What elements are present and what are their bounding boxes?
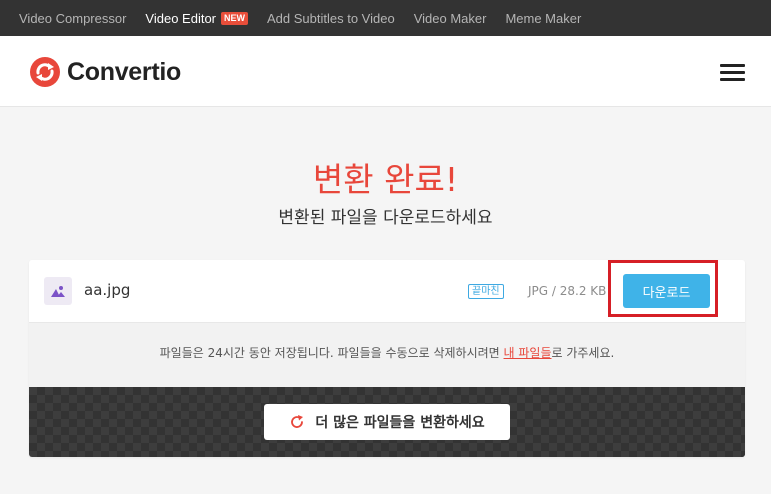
nav-label: Video Compressor [19, 10, 127, 26]
nav-video-compressor[interactable]: Video Compressor [19, 11, 126, 26]
nav-add-subtitles[interactable]: Add Subtitles to Video [267, 11, 395, 26]
page-subtitle: 변환된 파일을 다운로드하세요 [278, 208, 493, 228]
my-files-link[interactable]: 내 파일들 [504, 346, 552, 360]
hamburger-icon[interactable] [720, 64, 745, 81]
top-navigation: Video Compressor Video Editor NEW Add Su… [0, 0, 771, 36]
note-text-end: 로 가주세요. [551, 346, 615, 360]
nav-label: Add Subtitles to Video [267, 10, 395, 26]
nav-label: Meme Maker [505, 10, 582, 26]
file-info: JPG / 28.2 KB [528, 284, 607, 298]
nav-label: Video Maker [413, 10, 487, 26]
new-badge: NEW [221, 11, 249, 25]
refresh-icon [291, 415, 304, 428]
nav-label: Video Editor [145, 10, 217, 26]
note-text: 파일들은 24시간 동안 저장됩니다. 파일들을 수동으로 삭제하시려면 [159, 346, 504, 360]
convert-more-area: 더 많은 파일들을 변환하세요 [29, 387, 745, 457]
status-badge: 끝마친 [468, 284, 504, 299]
storage-note: 파일들은 24시간 동안 저장됩니다. 파일들을 수동으로 삭제하시려면 내 파… [29, 344, 745, 361]
site-header: Convertio [0, 36, 771, 107]
convert-more-label: 더 많은 파일들을 변환하세요 [315, 415, 485, 431]
nav-video-editor[interactable]: Video Editor NEW [145, 10, 249, 26]
download-highlight: 다운로드 [608, 260, 718, 317]
nav-video-maker[interactable]: Video Maker [414, 11, 487, 26]
image-file-icon [44, 277, 72, 305]
logo-text: Convertio [67, 57, 181, 86]
file-row: aa.jpg 끝마친 JPG / 28.2 KB 다운로드 [29, 260, 745, 323]
file-name: aa.jpg [84, 281, 131, 299]
logo[interactable]: Convertio [29, 56, 181, 88]
conversion-card: aa.jpg 끝마친 JPG / 28.2 KB 다운로드 파일들은 24시간 … [29, 260, 745, 457]
page-title: 변환 완료! [312, 160, 459, 199]
convertio-logo-icon [30, 57, 60, 87]
download-button[interactable]: 다운로드 [623, 274, 710, 308]
nav-meme-maker[interactable]: Meme Maker [505, 11, 581, 26]
convert-more-button[interactable]: 더 많은 파일들을 변환하세요 [264, 404, 510, 440]
